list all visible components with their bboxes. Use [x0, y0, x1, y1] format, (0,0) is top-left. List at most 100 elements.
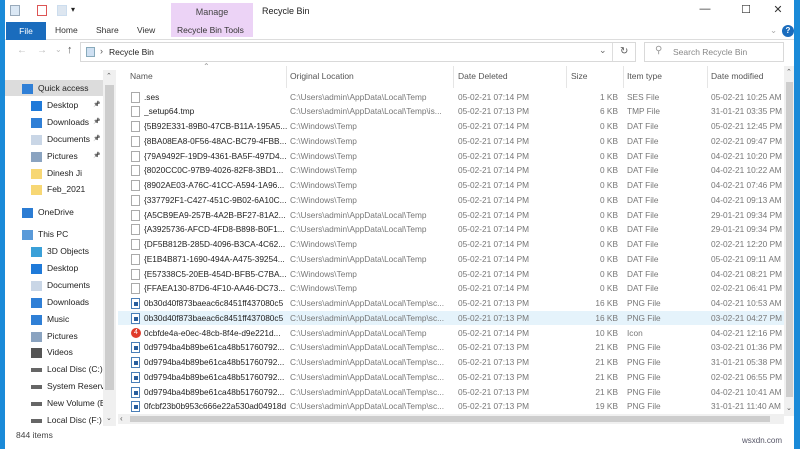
vertical-scroll-thumb[interactable]	[786, 82, 793, 397]
sidebar-item[interactable]: OneDrive	[5, 204, 103, 220]
column-divider[interactable]	[453, 66, 454, 88]
tab-home[interactable]: Home	[55, 25, 78, 35]
minimize-button[interactable]: —	[695, 3, 715, 15]
sidebar-item[interactable]: System Reserved	[5, 378, 103, 394]
column-header-date-deleted[interactable]: Date Deleted	[458, 71, 508, 81]
file-row[interactable]: {FFAEA130-87D6-4F10-AA46-DC73... C:\Windo…	[118, 281, 784, 296]
back-button[interactable]: ←	[17, 45, 27, 56]
image-file-icon	[131, 371, 140, 383]
file-name: {5B92E331-89B0-47CB-B11A-195A5...	[144, 121, 288, 131]
original-location: C:\Windows\Temp	[290, 239, 357, 249]
tab-file[interactable]: File	[6, 22, 46, 40]
manage-label: Manage	[195, 7, 229, 17]
file-row[interactable]: _setup64.tmp C:\Users\admin\AppData\Local…	[118, 104, 784, 119]
column-divider[interactable]	[286, 66, 287, 88]
tab-share[interactable]: Share	[96, 25, 119, 35]
file-row[interactable]: {8902AE03-A76C-41CC-A594-1A96... C:\Windo…	[118, 178, 784, 193]
sidebar-item[interactable]: Local Disc (C:)	[5, 361, 103, 377]
maximize-button[interactable]: ☐	[736, 3, 756, 16]
qat-dropdown-icon[interactable]: ▾	[71, 5, 75, 14]
sidebar-item[interactable]: Downloads 📌	[5, 114, 103, 130]
sidebar-item[interactable]: Videos	[5, 344, 103, 360]
file-row[interactable]: {DF5B812B-285D-4096-B3CA-4C62... C:\Windo…	[118, 237, 784, 252]
breadcrumb-recycle-bin[interactable]: Recycle Bin	[109, 47, 154, 57]
original-location: C:\Windows\Temp	[290, 268, 357, 279]
column-divider[interactable]	[623, 66, 624, 88]
up-button[interactable]: ↑	[67, 44, 73, 56]
image-file-icon	[131, 401, 140, 413]
scroll-left-icon[interactable]: ‹	[120, 414, 123, 423]
sidebar-scroll-thumb[interactable]	[105, 85, 114, 390]
expand-ribbon-icon[interactable]: ⌄	[770, 25, 777, 36]
horizontal-scrollbar[interactable]: ‹	[118, 414, 784, 424]
file-row[interactable]: 0b30d40f873baeac6c8451ff437080c5 C:\Users…	[118, 310, 784, 326]
column-header-name[interactable]: Name	[130, 71, 153, 81]
file-row[interactable]: {5B92E331-89B0-47CB-B11A-195A5... C:\Wind…	[118, 119, 784, 134]
file-row[interactable]: {A3925736-AFCD-4FD8-B898-B0F1... C:\Users…	[118, 222, 784, 237]
scroll-up-icon[interactable]: ⌃	[786, 68, 792, 76]
file-row[interactable]: {8020CC0C-97B9-4026-82F8-3BD1... C:\Windo…	[118, 163, 784, 178]
close-button[interactable]: ✕	[768, 3, 788, 16]
sidebar-item[interactable]: This PC	[5, 226, 103, 242]
sidebar-item-label: Local Disc (F:)	[47, 415, 102, 425]
file-row[interactable]: {79A9492F-19D9-4361-BA5F-497D4... C:\Wind…	[118, 149, 784, 164]
sidebar-item[interactable]: Feb_2021	[5, 181, 103, 197]
column-header-date-modified[interactable]: Date modified	[711, 71, 763, 81]
sidebar-item[interactable]: Documents	[5, 277, 103, 293]
refresh-button[interactable]: ↻	[620, 46, 628, 57]
scroll-up-icon[interactable]: ⌃	[106, 72, 112, 80]
column-divider[interactable]	[707, 66, 708, 88]
column-divider[interactable]	[566, 66, 567, 88]
new-folder-icon[interactable]	[57, 5, 67, 16]
sidebar-item[interactable]: Desktop 📌	[5, 97, 103, 113]
file-icon	[131, 253, 140, 265]
file-row[interactable]: {A5CB9EA9-257B-4A2B-BF27-81A2... C:\Users…	[118, 208, 784, 223]
sidebar-item[interactable]: Local Disc (F:)	[5, 412, 103, 428]
address-bar[interactable]: › Recycle Bin ⌄ ↻	[80, 42, 636, 62]
sidebar-item[interactable]: Dinesh Ji	[5, 165, 103, 181]
file-row[interactable]: 0d9794ba4b89be61ca48b51760792... C:\Users…	[118, 370, 784, 385]
file-row[interactable]: {337792F1-C427-451C-9B02-6A10C... C:\Wind…	[118, 193, 784, 208]
tab-recycle-bin-tools[interactable]: Recycle Bin Tools	[177, 25, 244, 35]
sidebar-item[interactable]: 3D Objects	[5, 243, 103, 259]
file-row[interactable]: {8BA08EA8-0F56-48AC-BC79-4FBB... C:\Windo…	[118, 134, 784, 149]
file-row[interactable]: 0fcbf23b0b953c666e22a530ad04918d C:\Users…	[118, 399, 784, 414]
recent-locations-button[interactable]: ⌄	[55, 45, 62, 54]
scroll-down-icon[interactable]: ⌄	[106, 414, 112, 422]
sidebar-item[interactable]: Music	[5, 311, 103, 327]
forward-button[interactable]: →	[37, 45, 47, 56]
sidebar-item[interactable]: Downloads	[5, 294, 103, 310]
address-dropdown-button[interactable]: ⌄	[599, 45, 607, 56]
file-row[interactable]: 0d9794ba4b89be61ca48b51760792... C:\Users…	[118, 340, 784, 355]
sidebar-item[interactable]: Pictures	[5, 328, 103, 344]
column-header-item-type[interactable]: Item type	[627, 71, 662, 81]
date-deleted: 05-02-21 07:14 PM	[458, 268, 530, 279]
help-icon[interactable]: ?	[782, 25, 794, 37]
file-row[interactable]: 0d9794ba4b89be61ca48b51760792... C:\Users…	[118, 355, 784, 370]
sidebar-item[interactable]: Quick access	[5, 80, 103, 96]
properties-icon[interactable]	[37, 5, 47, 16]
folder-icon	[31, 184, 42, 195]
column-header-original-location[interactable]: Original Location	[290, 71, 354, 81]
file-size: 0 KB	[600, 180, 618, 190]
tab-view[interactable]: View	[137, 25, 155, 35]
sidebar-item[interactable]: Desktop	[5, 260, 103, 276]
pin-icon[interactable]: 📌	[93, 131, 100, 147]
sidebar-item-label: Videos	[47, 347, 73, 357]
file-row[interactable]: {E1B4B871-1690-494A-A475-39254... C:\User…	[118, 252, 784, 267]
pin-icon[interactable]: 📌	[93, 148, 100, 164]
sidebar-item[interactable]: Documents 📌	[5, 131, 103, 147]
column-header-size[interactable]: Size	[571, 71, 588, 81]
horizontal-scroll-thumb[interactable]	[130, 416, 770, 422]
file-row[interactable]: 0d9794ba4b89be61ca48b51760792... C:\Users…	[118, 385, 784, 400]
sidebar-item[interactable]: Pictures 📌	[5, 148, 103, 164]
scroll-down-icon[interactable]: ⌄	[786, 404, 792, 412]
file-row[interactable]: .ses C:\Users\admin\AppData\Local\Temp 05-…	[118, 90, 784, 105]
search-input[interactable]: Search Recycle Bin	[644, 42, 784, 62]
pin-icon[interactable]: 📌	[93, 97, 100, 113]
file-row[interactable]: 4 0cbfde4a-e0ec-48cb-8f4e-d9e221d... C:\Us…	[118, 326, 784, 341]
file-row[interactable]: 0b30d40f873baeac6c8451ff437080c5 C:\Users…	[118, 296, 784, 311]
file-row[interactable]: {E57338C5-20EB-454D-BFB5-C7BA... C:\Windo…	[118, 267, 784, 282]
sidebar-item[interactable]: New Volume (E:)	[5, 395, 103, 411]
pin-icon[interactable]: 📌	[93, 114, 100, 130]
